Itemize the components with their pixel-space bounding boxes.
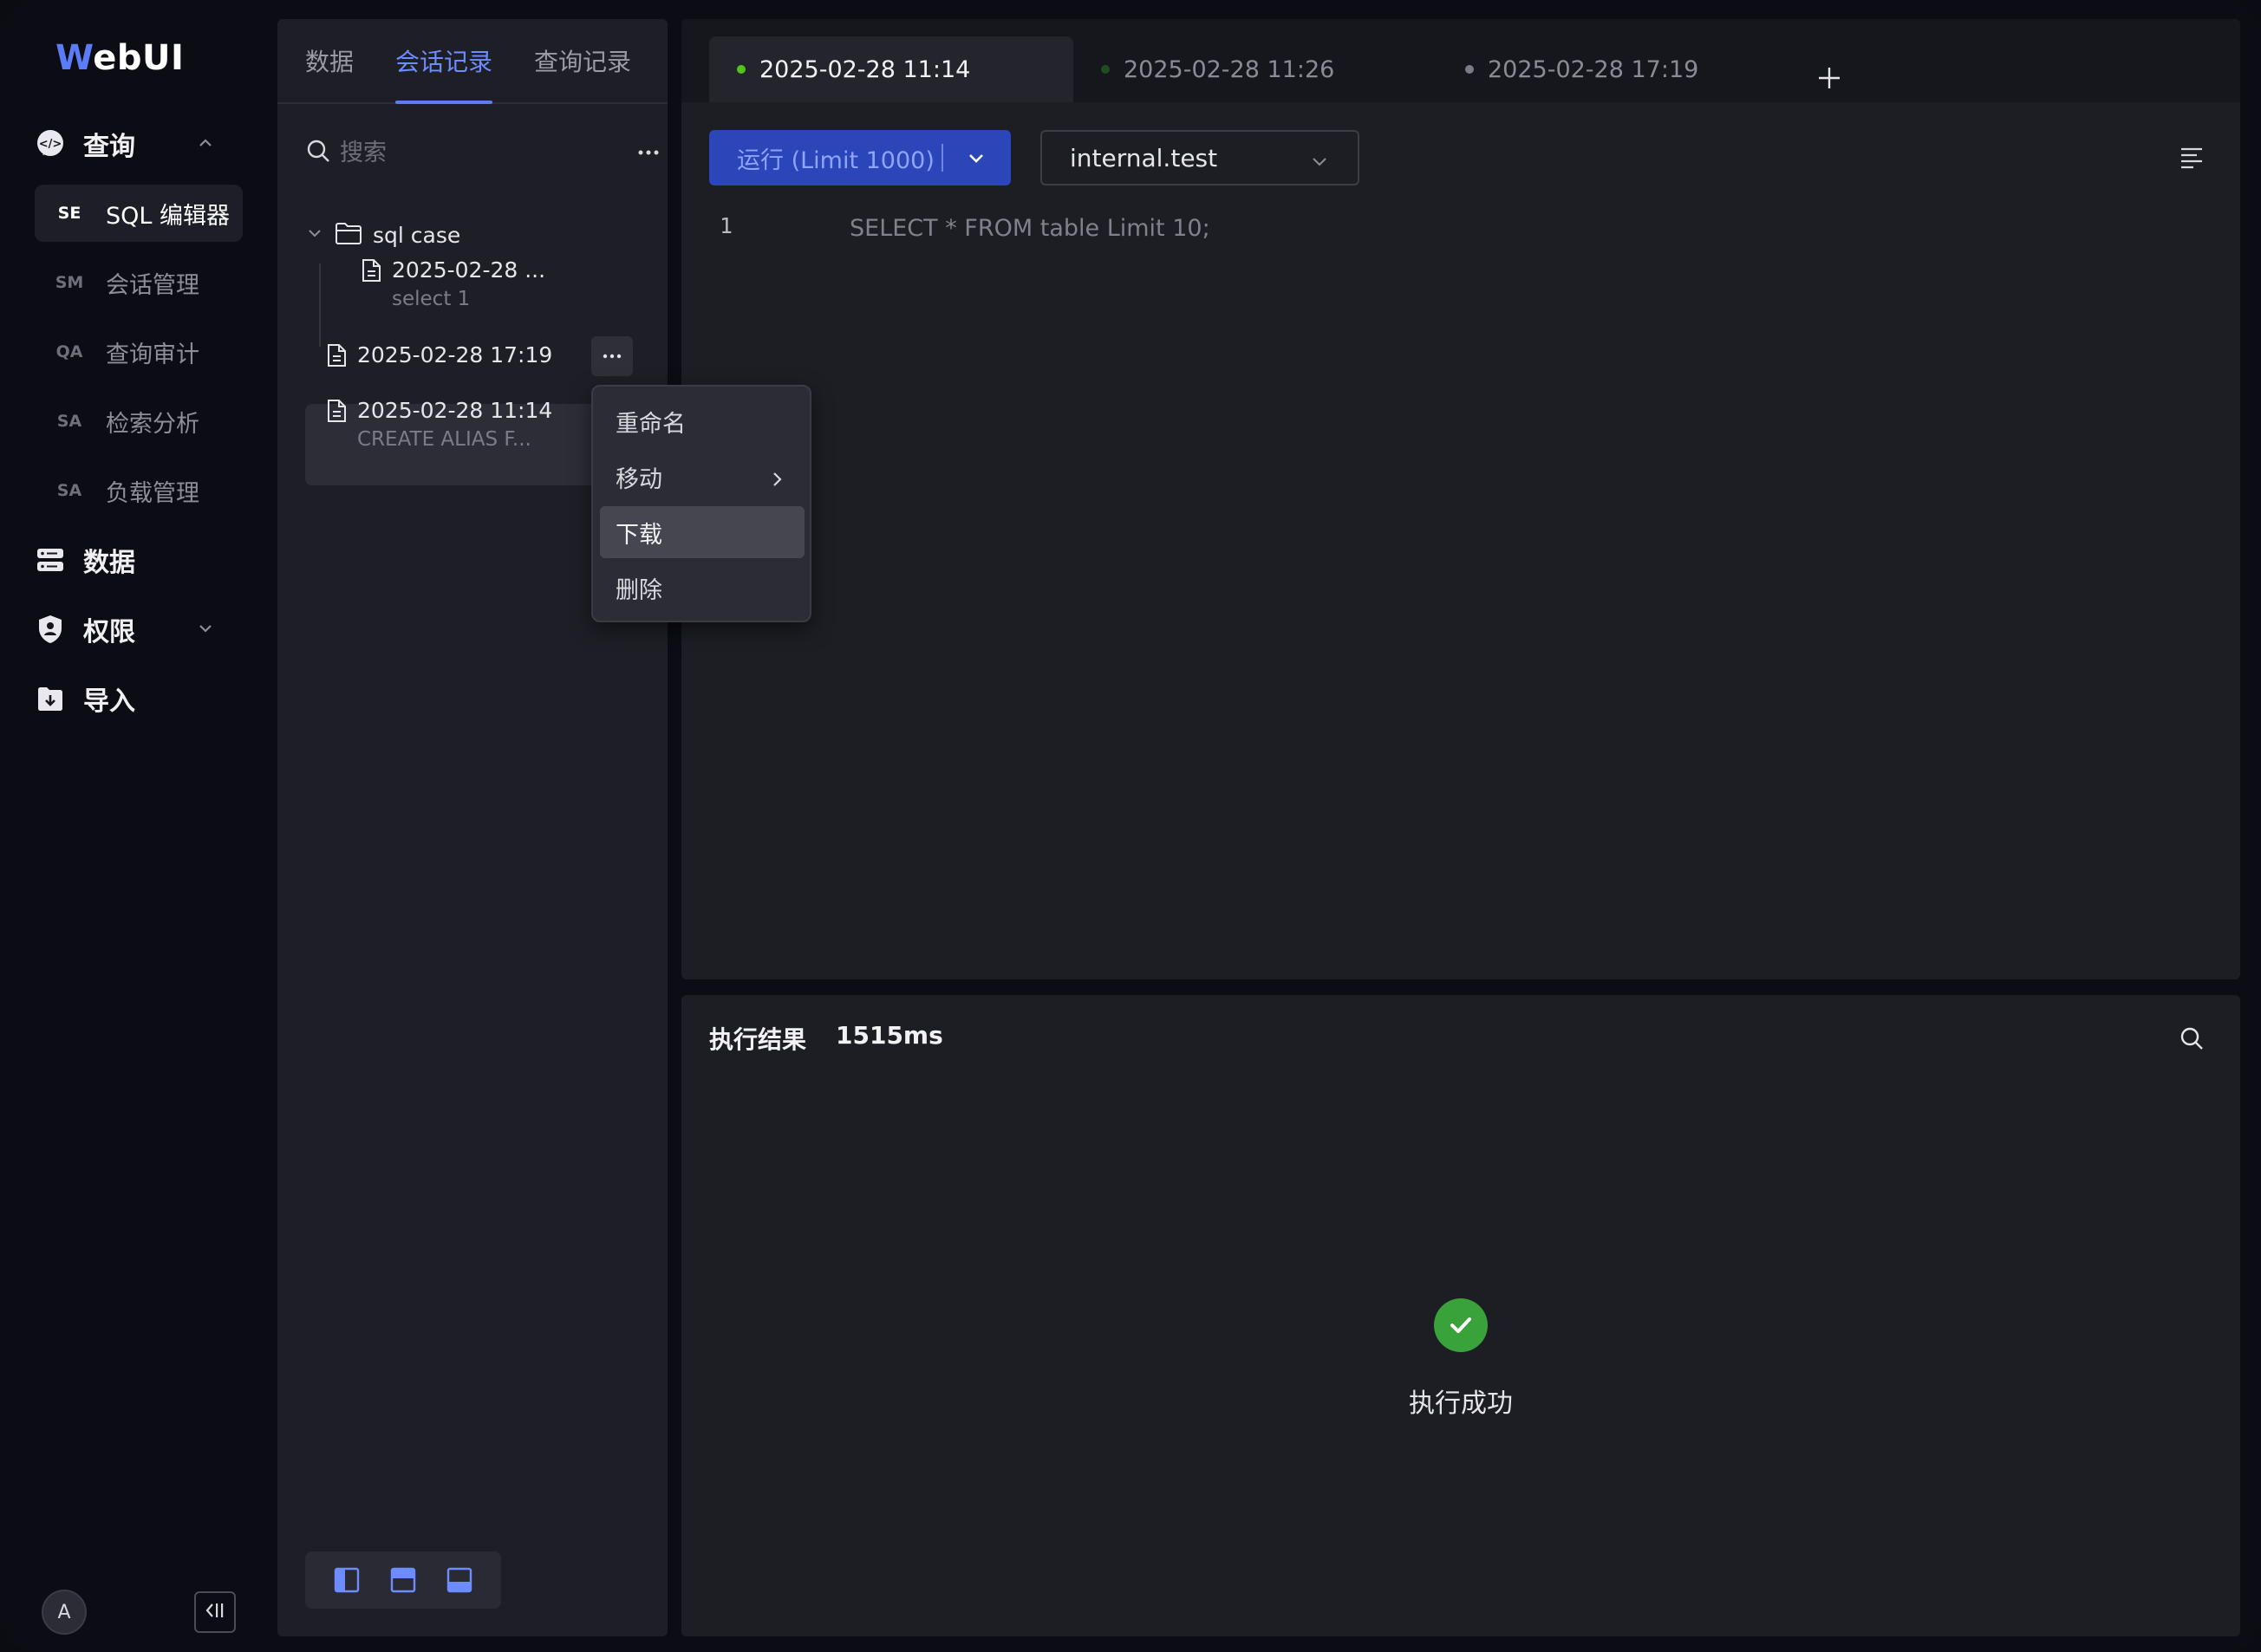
align-left-icon: [2181, 147, 2202, 169]
results-title: 执行结果: [709, 1025, 807, 1054]
menu-item-move[interactable]: 移动: [600, 451, 805, 503]
code-line[interactable]: SELECT * FROM table Limit 10;: [850, 215, 1210, 242]
chevron-down-icon: [305, 224, 324, 246]
collapse-left-icon: [203, 1600, 227, 1624]
file-context-menu: 重命名 移动 下载 删除: [591, 385, 811, 622]
results-panel: 执行结果 1515ms 执行成功: [681, 995, 2240, 1636]
nav-group-permission[interactable]: 权限: [35, 602, 243, 657]
search-box: [305, 132, 659, 173]
tab-query-records[interactable]: 查询记录: [534, 43, 631, 78]
layout-toggle-group: [305, 1551, 501, 1609]
tab-status-dot: [737, 65, 746, 74]
layout-bottom-panel-icon[interactable]: [446, 1566, 473, 1594]
editor-tab[interactable]: 2025-02-28 17:19: [1437, 36, 1802, 102]
import-icon: [35, 683, 66, 714]
nav-group-label: 导入: [83, 686, 135, 717]
editor-tab[interactable]: 2025-02-28 11:26: [1073, 36, 1437, 102]
app-logo: WebUI: [55, 38, 185, 78]
nav-group-query[interactable]: </> 查询: [35, 116, 243, 172]
chevron-down-icon: [1309, 149, 1330, 178]
nav-item-sql-editor[interactable]: SE SQL 编辑器: [35, 185, 243, 242]
app-window: WebUI </> 查询 SE SQL 编辑器 SM 会话管理 QA 查询审计 …: [0, 0, 2261, 1652]
more-dots-icon: [638, 150, 659, 155]
success-check-icon: [1434, 1298, 1488, 1352]
tree-file-item[interactable]: 2025-02-28 11:14 CREATE ALIAS F...: [326, 397, 552, 454]
menu-item-download[interactable]: 下载: [600, 506, 805, 558]
chevron-right-icon: [768, 468, 785, 495]
chevron-down-icon: [196, 619, 215, 641]
sql-editor: 2025-02-28 11:14 2025-02-28 11:26 2025-0…: [681, 19, 2240, 979]
editor-tab[interactable]: 2025-02-28 11:14: [709, 36, 1073, 102]
nav-item-session-management[interactable]: SM 会话管理: [35, 254, 243, 311]
nav-group-data[interactable]: 数据: [35, 532, 243, 588]
layout-top-panel-icon[interactable]: [389, 1566, 417, 1594]
main-navigation: WebUI </> 查询 SE SQL 编辑器 SM 会话管理 QA 查询审计 …: [0, 0, 277, 1652]
execution-duration: 1515ms: [836, 1021, 943, 1050]
session-panel: 数据 会话记录 查询记录 sql case: [277, 19, 668, 1636]
active-tab-indicator: [395, 101, 492, 104]
panel-more-button[interactable]: [631, 135, 666, 170]
line-number: 1: [720, 213, 733, 238]
folder-icon: [335, 222, 362, 248]
search-icon: [2180, 1027, 2203, 1050]
editor-tab-bar: 2025-02-28 11:14 2025-02-28 11:26 2025-0…: [681, 19, 2240, 102]
file-icon: [361, 257, 385, 284]
panel-tabs: 数据 会话记录 查询记录: [277, 19, 668, 104]
layout-left-panel-icon[interactable]: [333, 1566, 361, 1594]
user-avatar[interactable]: A: [42, 1590, 87, 1635]
nav-group-import[interactable]: 导入: [35, 671, 243, 726]
nav-group-label: 权限: [83, 617, 135, 647]
file-icon: [326, 341, 350, 369]
nav-group-label: 查询: [83, 132, 135, 162]
tab-session-records[interactable]: 会话记录: [395, 43, 492, 78]
chevron-up-icon: [196, 133, 215, 156]
tab-status-dot: [1465, 65, 1474, 74]
nav-item-query-audit[interactable]: QA 查询审计: [35, 323, 243, 380]
nav-group-label: 数据: [83, 548, 135, 578]
menu-item-rename[interactable]: 重命名: [600, 395, 805, 447]
file-more-button[interactable]: [591, 336, 633, 376]
tree-file-item[interactable]: 2025-02-28 17:19: [326, 341, 552, 369]
tree-folder-sql-case[interactable]: sql case: [305, 215, 635, 255]
run-button[interactable]: 运行 (Limit 1000): [709, 130, 1011, 185]
tab-status-dot: [1101, 65, 1110, 74]
database-select[interactable]: internal.test: [1040, 130, 1359, 185]
file-icon: [326, 397, 350, 425]
search-icon: [305, 138, 331, 167]
button-divider: [942, 144, 943, 172]
nav-item-workload-management[interactable]: SA 负载管理: [35, 462, 243, 519]
format-sql-button[interactable]: [2174, 140, 2209, 175]
execution-status: 执行成功: [1409, 1389, 1513, 1419]
chevron-down-icon[interactable]: [961, 142, 992, 173]
shield-icon: [35, 614, 66, 645]
code-chat-icon: </>: [35, 128, 66, 159]
search-input[interactable]: [340, 139, 557, 166]
tree-file-item[interactable]: 2025-02-28 ... select 1: [361, 257, 545, 314]
svg-text:</>: </>: [39, 138, 62, 151]
results-search-button[interactable]: [2174, 1021, 2209, 1056]
tab-data[interactable]: 数据: [305, 43, 354, 78]
nav-item-search-analysis[interactable]: SA 检索分析: [35, 393, 243, 450]
tree-guide-line: [319, 263, 321, 347]
plus-icon: [1819, 68, 1840, 88]
database-icon: [35, 544, 66, 576]
more-dots-icon: [603, 354, 622, 359]
menu-item-delete[interactable]: 删除: [600, 562, 805, 614]
add-tab-button[interactable]: [1814, 62, 1845, 94]
collapse-sidebar-button[interactable]: [194, 1591, 236, 1633]
